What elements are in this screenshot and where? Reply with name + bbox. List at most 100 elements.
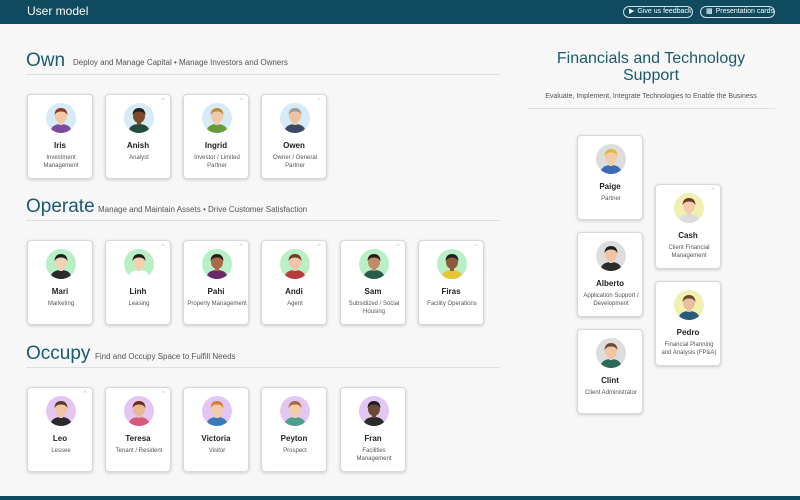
- avatar: [674, 290, 704, 320]
- bottom-strip: [0, 496, 800, 500]
- avatar: [280, 396, 310, 426]
- pin-icon[interactable]: ˆˆ: [474, 245, 478, 252]
- persona-card-clint[interactable]: Clint Client Administrator: [577, 329, 643, 414]
- avatar: [359, 396, 389, 426]
- megaphone-icon: ▶: [629, 8, 635, 15]
- pin-icon[interactable]: ˆˆ: [711, 189, 715, 196]
- presentation-cards-label: Presentation cards: [715, 8, 774, 15]
- persona-role: Facilities Management: [356, 448, 392, 462]
- section-subtitle-own: Deploy and Manage Capital • Manage Inves…: [73, 58, 288, 67]
- persona-card-victoria[interactable]: Victoria Visitor: [183, 387, 249, 472]
- persona-card-mari[interactable]: Mari Marketing: [27, 240, 93, 325]
- avatar: [202, 103, 232, 133]
- section-title-operate: Operate: [26, 196, 95, 217]
- avatar: [46, 396, 76, 426]
- avatar: [202, 396, 232, 426]
- avatar: [596, 338, 626, 368]
- pin-icon[interactable]: ˆˆ: [83, 392, 87, 399]
- persona-name: Cash: [678, 231, 698, 240]
- avatar: [596, 144, 626, 174]
- section-title-own: Own: [26, 50, 66, 71]
- persona-role: Visitor: [208, 448, 226, 454]
- persona-role: Leasing: [128, 301, 150, 307]
- section-title-occupy: Occupy: [26, 343, 91, 364]
- section-subtitle-financials: Evaluate, Implement, Integrate Technolog…: [545, 93, 757, 100]
- persona-role: Client Financial Management: [668, 245, 710, 259]
- avatar: [596, 241, 626, 271]
- persona-card-pedro[interactable]: Pedro Financial Planning and Analysis (FP…: [655, 281, 721, 366]
- persona-role: Tenant / Resident: [115, 448, 163, 454]
- persona-name: Ingrid: [204, 141, 228, 150]
- persona-name: Teresa: [125, 434, 151, 443]
- section-subtitle-operate: Manage and Maintain Assets • Drive Custo…: [98, 205, 308, 214]
- persona-role: Client Administrator: [584, 390, 638, 396]
- persona-role: Prospect: [283, 448, 307, 454]
- persona-role: Subsidized / Social Housing: [348, 301, 400, 315]
- app-header: User model ▶ Give us feedback ▩ Presentati…: [0, 0, 800, 24]
- persona-card-iris[interactable]: Iris Investment Management: [27, 94, 93, 179]
- pin-icon[interactable]: ˆˆ: [396, 245, 400, 252]
- section-divider-occupy: [26, 367, 500, 368]
- persona-card-firas[interactable]: ˆˆ Firas Facility Operations: [418, 240, 484, 325]
- avatar: [124, 396, 154, 426]
- avatar: [280, 103, 310, 133]
- persona-name: Firas: [441, 287, 461, 296]
- persona-role: Analyst: [129, 155, 149, 161]
- persona-card-pahi[interactable]: ˆˆ Pahi Property Management: [183, 240, 249, 325]
- avatar: [46, 249, 76, 279]
- persona-name: Paige: [599, 182, 621, 191]
- pin-icon[interactable]: ˆˆ: [161, 392, 165, 399]
- persona-card-alberto[interactable]: Alberto Application Support / Development: [577, 232, 643, 317]
- persona-card-peyton[interactable]: Peyton Prospect: [261, 387, 327, 472]
- pin-icon[interactable]: ˆˆ: [161, 99, 165, 106]
- section-subtitle-occupy: Find and Occupy Space to Fulfill Needs: [95, 352, 236, 361]
- persona-name: Owen: [283, 141, 305, 150]
- persona-role: Investment Management: [43, 155, 79, 169]
- persona-name: Leo: [52, 434, 68, 443]
- persona-card-fran[interactable]: Fran Facilities Management: [340, 387, 406, 472]
- persona-card-sam[interactable]: ˆˆ Sam Subsidized / Social Housing: [340, 240, 406, 325]
- persona-card-ingrid[interactable]: ˆˆ Ingrid Investor / Limited Partner: [183, 94, 249, 179]
- pin-icon[interactable]: ˆˆ: [239, 245, 243, 252]
- persona-card-paige[interactable]: Paige Partner: [577, 135, 643, 220]
- avatar: [280, 249, 310, 279]
- persona-card-cash[interactable]: ˆˆ Cash Client Financial Management: [655, 184, 721, 269]
- persona-role: Property Management: [187, 301, 247, 307]
- give-feedback-button[interactable]: ▶ Give us feedback: [623, 6, 693, 18]
- persona-name: Iris: [53, 141, 66, 150]
- give-feedback-label: Give us feedback: [637, 8, 692, 15]
- persona-name: Anish: [126, 141, 150, 150]
- persona-card-andi[interactable]: ˆˆ Andi Agent: [261, 240, 327, 325]
- persona-name: Peyton: [280, 434, 308, 443]
- persona-card-linh[interactable]: ˆˆ Linh Leasing: [105, 240, 171, 325]
- avatar: [674, 193, 704, 223]
- persona-role: Application Support / Development: [583, 293, 639, 307]
- persona-role: Agent: [287, 301, 303, 307]
- pin-icon[interactable]: ˆˆ: [317, 99, 321, 106]
- persona-role: Lessee: [51, 448, 71, 454]
- persona-name: Pahi: [207, 287, 225, 296]
- section-divider-own: [26, 74, 500, 75]
- pin-icon[interactable]: ˆˆ: [161, 245, 165, 252]
- avatar: [359, 249, 389, 279]
- persona-name: Sam: [364, 287, 382, 296]
- persona-name: Linh: [129, 287, 147, 296]
- persona-card-anish[interactable]: ˆˆ Anish Analyst: [105, 94, 171, 179]
- pin-icon[interactable]: ˆˆ: [239, 99, 243, 106]
- persona-name: Andi: [285, 287, 303, 296]
- presentation-cards-button[interactable]: ▩ Presentation cards: [700, 6, 775, 18]
- persona-role: Financial Planning and Analysis (FP&A): [661, 342, 717, 356]
- persona-role: Partner: [601, 196, 621, 202]
- persona-card-owen[interactable]: ˆˆ Owen Owner / General Partner: [261, 94, 327, 179]
- persona-name: Victoria: [201, 434, 231, 443]
- section-divider-financials: [527, 108, 775, 109]
- persona-name: Mari: [51, 287, 69, 296]
- persona-name: Pedro: [676, 328, 700, 337]
- persona-card-teresa[interactable]: ˆˆ Teresa Tenant / Resident: [105, 387, 171, 472]
- pin-icon[interactable]: ˆˆ: [317, 245, 321, 252]
- section-title-financials: Financials and Technology Support: [556, 50, 746, 84]
- app-title: User model: [27, 4, 89, 18]
- persona-name: Alberto: [596, 279, 624, 288]
- persona-card-leo[interactable]: ˆˆ Leo Lessee: [27, 387, 93, 472]
- persona-role: Marketing: [47, 301, 75, 307]
